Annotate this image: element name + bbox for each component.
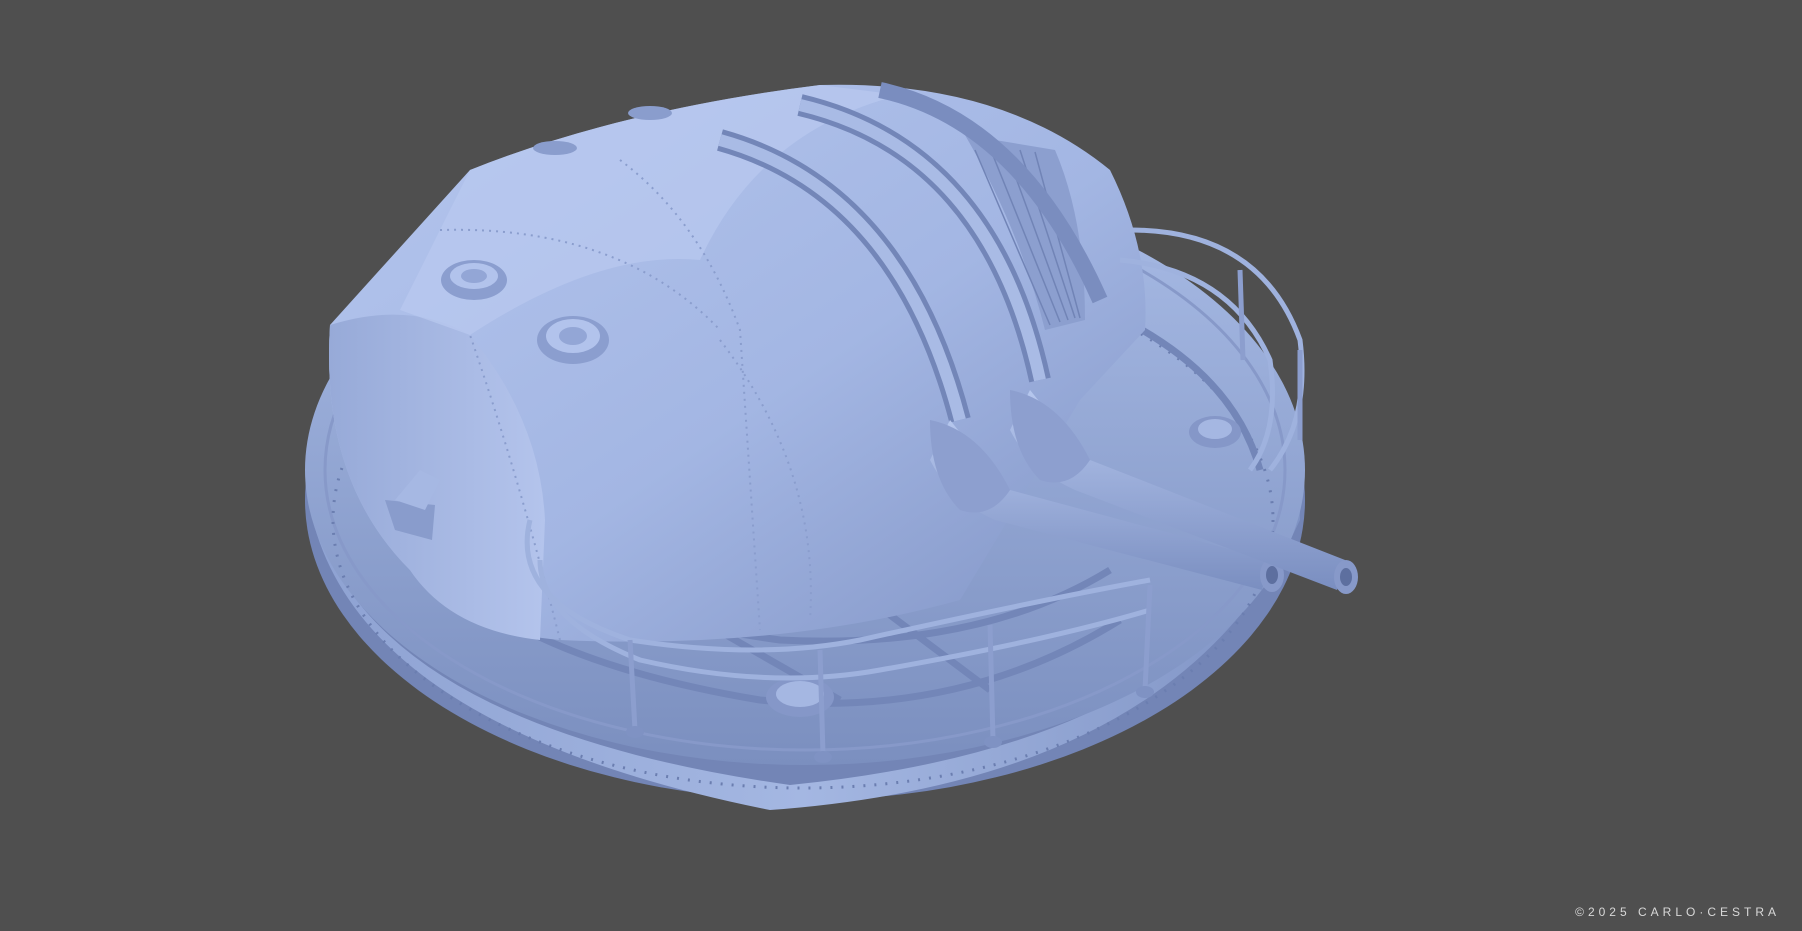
copyright-credit: ©2025 CARLO·CESTRA	[1575, 905, 1780, 919]
turret-render	[305, 82, 1358, 810]
sight-hood	[441, 260, 507, 300]
sight-hood	[537, 316, 609, 364]
